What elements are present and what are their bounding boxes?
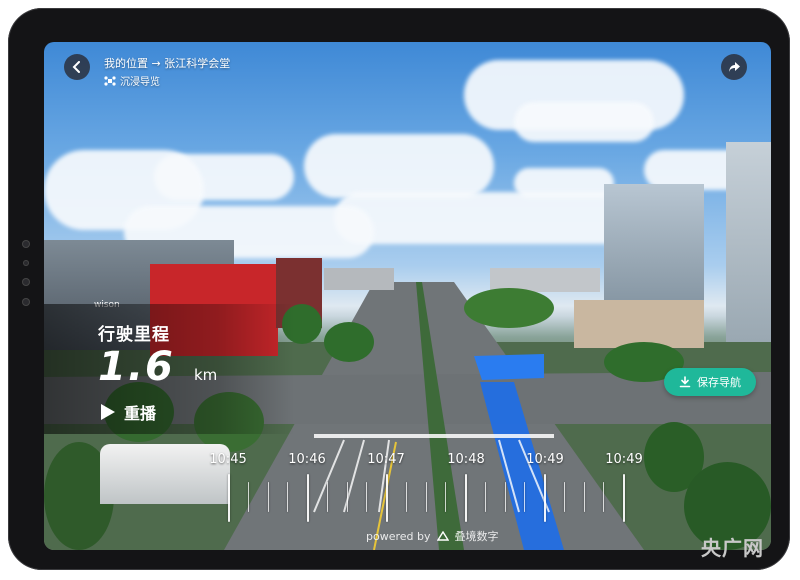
timeline-tick <box>504 482 506 512</box>
share-icon <box>728 62 740 72</box>
mode-indicator: 沉浸导览 <box>104 73 160 88</box>
timeline-tick <box>563 482 565 512</box>
timeline-tick <box>287 482 289 512</box>
watermark: 央广网 <box>701 536 764 560</box>
timeline-tick <box>465 474 467 522</box>
distance-unit: km <box>194 366 218 384</box>
timeline-tick <box>583 482 585 512</box>
tree <box>464 288 554 328</box>
share-button[interactable] <box>721 54 747 80</box>
sensor-dot <box>22 298 30 306</box>
timeline-tick <box>247 482 249 512</box>
brand-logo-icon <box>436 531 449 541</box>
timeline-tick <box>623 474 625 522</box>
replay-label: 重播 <box>124 404 157 423</box>
play-icon <box>101 404 115 420</box>
back-button[interactable] <box>64 54 90 80</box>
timeline-tick <box>484 482 486 512</box>
timeline-tick <box>603 482 605 512</box>
building-distant <box>324 268 394 290</box>
tree <box>324 322 374 362</box>
drone-icon <box>104 75 116 86</box>
navigation-screen: wison 我的位置 → 张江科学会堂 沉浸导览 <box>44 42 771 550</box>
download-icon <box>679 376 691 388</box>
save-navigation-button[interactable]: 保存导航 <box>664 368 756 396</box>
timeline-label: 10:48 <box>447 452 485 467</box>
brand-text: 叠境数字 <box>454 530 499 543</box>
mode-label: 沉浸导览 <box>120 77 160 88</box>
timeline-tick <box>228 474 230 522</box>
chevron-left-icon <box>72 61 80 73</box>
replay-button[interactable]: 重播 <box>100 400 156 424</box>
timeline-tick <box>544 474 546 522</box>
timeline-tick <box>346 482 348 512</box>
building-tower <box>604 184 704 302</box>
timeline-scrubber[interactable]: 10:45 10:46 10:47 10:48 10:49 10:49 <box>204 446 643 530</box>
tablet-frame: wison 我的位置 → 张江科学会堂 沉浸导览 <box>8 8 790 570</box>
timeline-label: 10:46 <box>288 452 326 467</box>
timeline-tick <box>307 474 309 522</box>
timeline-tick <box>267 482 269 512</box>
powered-text: powered by <box>366 529 431 543</box>
timeline-tick <box>445 482 447 512</box>
powered-by: powered by 叠境数字 <box>366 528 499 544</box>
timeline-label: 10:45 <box>209 452 247 467</box>
building-tower <box>726 142 771 342</box>
distance-label: 行驶里程 <box>98 325 170 345</box>
distance-value: 1.6 <box>98 344 175 390</box>
timeline-tick <box>386 474 388 522</box>
camera-dot <box>23 260 29 266</box>
timeline-label: 10:47 <box>367 452 405 467</box>
timeline-label: 10:49 <box>526 452 564 467</box>
save-label: 保存导航 <box>697 376 741 389</box>
route-title: 我的位置 → 张江科学会堂 <box>104 57 231 70</box>
timeline-label: 10:49 <box>605 452 643 467</box>
sensor-dot <box>22 278 30 286</box>
building-low <box>574 300 704 348</box>
timeline-tick <box>326 482 328 512</box>
timeline-tick <box>366 482 368 512</box>
sensor-dot <box>22 240 30 248</box>
timeline-tick <box>405 482 407 512</box>
timeline-tick <box>425 482 427 512</box>
timeline-tick <box>524 482 526 512</box>
